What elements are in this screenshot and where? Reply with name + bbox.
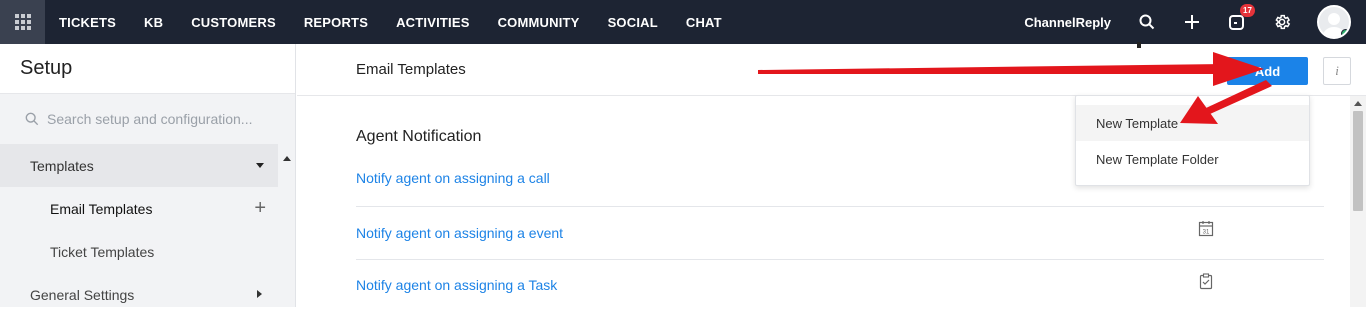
top-navigation-bar: TICKETS KB CUSTOMERS REPORTS ACTIVITIES … — [0, 0, 1366, 44]
search-icon — [1139, 14, 1155, 30]
nav-community[interactable]: COMMUNITY — [498, 15, 580, 30]
page-title: Email Templates — [356, 61, 466, 78]
section-title: Agent Notification — [356, 128, 482, 145]
nav-kb[interactable]: KB — [144, 15, 163, 30]
sidebar-item-email-templates[interactable]: Email Templates + — [0, 187, 278, 230]
add-dropdown-menu: New Template New Template Folder — [1075, 95, 1310, 186]
caret-right-icon — [257, 290, 262, 298]
setup-sidebar: Setup Search setup and configuration... … — [0, 44, 296, 307]
online-status-dot — [1341, 29, 1349, 37]
nav-social[interactable]: SOCIAL — [608, 15, 658, 30]
sidebar-section-label: Templates — [30, 157, 94, 174]
plus-icon — [1185, 15, 1199, 29]
nav-activities[interactable]: ACTIVITIES — [396, 15, 470, 30]
sidebar-section-templates[interactable]: Templates — [0, 144, 278, 187]
nav-customers[interactable]: CUSTOMERS — [191, 15, 276, 30]
sidebar-section-general-settings[interactable]: General Settings — [0, 273, 278, 316]
sidebar-section-label: General Settings — [30, 286, 135, 303]
menu-item-new-template-folder[interactable]: New Template Folder — [1076, 141, 1309, 177]
template-link-event[interactable]: Notify agent on assigning a event — [356, 225, 1324, 241]
add-button[interactable]: Add — [1227, 57, 1308, 85]
add-icon[interactable]: + — [254, 198, 266, 218]
nav-chat[interactable]: CHAT — [686, 15, 722, 30]
search-icon — [25, 112, 39, 126]
sidebar-scroll-up-arrow[interactable] — [283, 156, 291, 161]
apps-grid-button[interactable] — [0, 0, 45, 44]
scrollbar-thumb[interactable] — [1353, 111, 1363, 211]
setup-search-input[interactable]: Search setup and configuration... — [0, 94, 295, 144]
sidebar-item-ticket-templates[interactable]: Ticket Templates — [0, 230, 278, 273]
nav-tickets[interactable]: TICKETS — [59, 15, 116, 30]
nav-reports[interactable]: REPORTS — [304, 15, 368, 30]
scroll-up-arrow[interactable] — [1354, 101, 1362, 106]
menu-item-new-template[interactable]: New Template — [1076, 105, 1309, 141]
sidebar-item-label: Ticket Templates — [50, 243, 155, 260]
template-link-task[interactable]: Notify agent on assigning a Task — [356, 277, 1324, 293]
row-divider — [356, 206, 1324, 207]
page-header: Email Templates Add i — [297, 44, 1366, 96]
search-button[interactable] — [1137, 12, 1157, 32]
user-avatar[interactable] — [1317, 5, 1351, 39]
row-divider — [356, 259, 1324, 260]
notification-badge: 17 — [1240, 4, 1255, 17]
sidebar-item-label: Email Templates — [50, 200, 153, 217]
top-right-tools: ChannelReply 17 — [1024, 0, 1366, 44]
calendar-icon-text: 31 — [1203, 230, 1210, 236]
settings-button[interactable] — [1272, 12, 1292, 32]
main-scrollbar[interactable] — [1350, 96, 1366, 307]
grid-icon — [14, 14, 31, 30]
caret-down-icon — [256, 163, 264, 168]
calendar-icon[interactable]: 31 — [1198, 220, 1214, 237]
sidebar-title: Setup — [20, 57, 73, 79]
gear-icon — [1275, 14, 1291, 30]
department-selector[interactable]: ChannelReply — [1024, 15, 1111, 30]
info-button[interactable]: i — [1323, 57, 1351, 85]
notifications-button[interactable]: 17 — [1227, 4, 1255, 32]
task-icon[interactable] — [1199, 273, 1213, 290]
sidebar-header: Setup — [0, 44, 295, 94]
search-placeholder: Search setup and configuration... — [47, 111, 253, 127]
create-button[interactable] — [1182, 12, 1202, 32]
